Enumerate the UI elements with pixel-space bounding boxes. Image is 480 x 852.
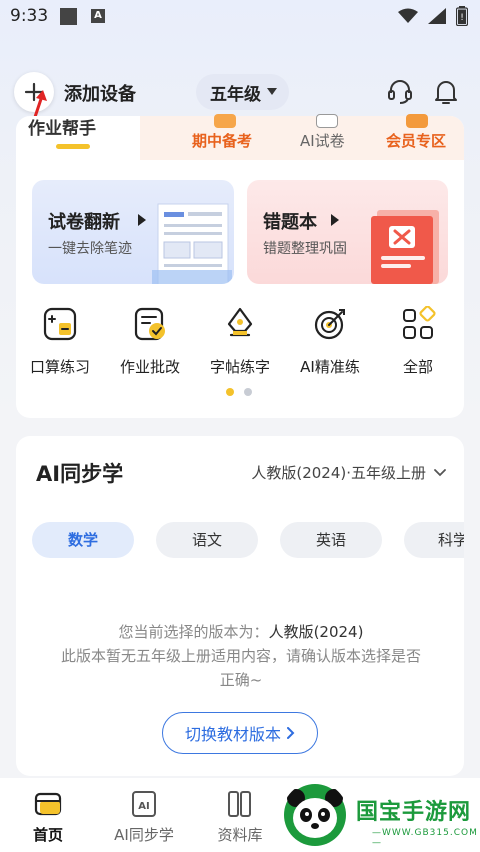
- battery-icon: !: [456, 6, 468, 26]
- svg-text:!: !: [460, 13, 464, 23]
- paper-refresh-card[interactable]: 试卷翻新 一键去除笔迹: [32, 180, 234, 284]
- tab-ai-paper[interactable]: AI试卷: [300, 130, 345, 151]
- carousel-dots: [226, 388, 252, 396]
- func-all[interactable]: 全部: [374, 305, 462, 377]
- notification-square-icon: [60, 8, 77, 25]
- watermark-title: 国宝手游网: [356, 800, 472, 825]
- target-icon: [314, 309, 345, 340]
- func-label: 作业批改: [119, 358, 180, 376]
- chevron-down-icon: [434, 468, 446, 476]
- func-ai-practice[interactable]: AI精准练: [286, 306, 374, 377]
- dot-active: [226, 388, 234, 396]
- svg-text:AI: AI: [138, 801, 149, 812]
- tab-strip-background: 期中备考 AI试卷 会员专区: [140, 114, 464, 160]
- subject-tabs: 数学 语文 英语 科学: [32, 522, 464, 558]
- wrong-book-illustration: [371, 210, 439, 284]
- notice-version: 人教版(2024): [268, 623, 364, 641]
- watermark-url: —WWW.GB315.COM—: [372, 828, 478, 848]
- paper-refresh-subtitle: 一键去除笔迹: [48, 241, 132, 257]
- calculator-icon: [43, 307, 77, 341]
- notification-a-icon: A: [91, 9, 105, 23]
- play-triangle-icon: [138, 214, 146, 226]
- func-label: 口算练习: [29, 358, 90, 376]
- play-triangle-icon: [331, 214, 339, 226]
- correct-icon: [134, 307, 165, 341]
- pen-nib-icon: [227, 307, 253, 337]
- chevron-right-icon: [287, 727, 295, 739]
- func-mental-math[interactable]: 口算练习: [16, 306, 104, 377]
- switch-textbook-button[interactable]: 切换教材版本: [162, 712, 318, 754]
- function-row: 口算练习 作业批改 字帖练字 AI精准练 全部: [16, 305, 464, 378]
- nav-library[interactable]: 资料库: [200, 790, 280, 845]
- home-icon: [34, 792, 62, 816]
- nav-label: 首页: [32, 826, 63, 844]
- wrong-questions-title: 错题本: [263, 212, 317, 233]
- nav-ai-sync[interactable]: AI AI同步学: [104, 790, 184, 845]
- paper-icon: [316, 114, 338, 128]
- headset-icon[interactable]: [386, 78, 414, 106]
- textbook-version-selector[interactable]: 人教版(2024)·五年级上册: [251, 462, 446, 483]
- grade-label: 五年级: [210, 84, 261, 105]
- caret-down-icon: [267, 88, 277, 95]
- tab-homework-helper[interactable]: 作业帮手: [28, 114, 96, 139]
- test-paper-illustration: [152, 203, 232, 284]
- tab-active-underline: [56, 144, 90, 149]
- status-bar: 9:33 A !: [0, 0, 480, 34]
- top-bar: 添加设备 五年级: [0, 68, 480, 122]
- site-watermark: 国宝手游网 —WWW.GB315.COM—: [276, 778, 480, 852]
- nav-label: AI同步学: [114, 826, 174, 844]
- helper-tabs: 作业帮手 期中备考 AI试卷 会员专区: [16, 114, 464, 164]
- grade-selector[interactable]: 五年级: [196, 74, 289, 110]
- func-calligraphy[interactable]: 字帖练字: [196, 306, 284, 377]
- bell-icon[interactable]: [434, 78, 458, 106]
- library-icon: [228, 791, 251, 817]
- grid-icon: [403, 305, 436, 339]
- dot-inactive: [244, 388, 252, 396]
- notice-text: 此版本暂无五年级上册适用内容，请确认版本选择是否正确~: [60, 647, 421, 689]
- ai-book-icon: AI: [132, 791, 156, 817]
- subject-tab-english[interactable]: 英语: [280, 522, 382, 558]
- wrong-questions-card[interactable]: 错题本 错题整理巩固: [247, 180, 448, 284]
- func-label: 字帖练字: [209, 358, 270, 376]
- nav-home[interactable]: 首页: [8, 790, 88, 845]
- homework-helper-card: 作业帮手 期中备考 AI试卷 会员专区 试卷翻新 一键去除笔迹 错题本 错题整理…: [16, 114, 464, 418]
- subject-tab-chinese[interactable]: 语文: [156, 522, 258, 558]
- add-device-label[interactable]: 添加设备: [64, 80, 136, 106]
- tab-vip[interactable]: 会员专区: [386, 130, 446, 151]
- ai-sync-title: AI同步学: [36, 462, 124, 486]
- status-time: 9:33: [10, 6, 49, 26]
- func-label: 全部: [402, 358, 433, 376]
- gift-box-icon: [214, 114, 236, 128]
- version-notice: 您当前选择的版本为：人教版(2024) 此版本暂无五年级上册适用内容，请确认版本…: [56, 620, 426, 692]
- wifi-icon: [398, 8, 418, 23]
- paper-refresh-title: 试卷翻新: [48, 212, 120, 233]
- func-homework-check[interactable]: 作业批改: [106, 306, 194, 377]
- nav-label: 资料库: [217, 826, 263, 844]
- subject-tab-math[interactable]: 数学: [32, 522, 134, 558]
- vip-crown-icon: [406, 114, 428, 128]
- ai-sync-card: AI同步学 人教版(2024)·五年级上册 数学 语文 英语 科学 您当前选择的…: [16, 436, 464, 776]
- version-label: 人教版(2024)·五年级上册: [251, 464, 426, 482]
- signal-icon: [428, 8, 446, 24]
- notice-prefix: 您当前选择的版本为：: [118, 623, 269, 641]
- subject-tab-science[interactable]: 科学: [404, 522, 464, 558]
- panda-logo: [284, 784, 346, 846]
- wrong-questions-subtitle: 错题整理巩固: [263, 241, 347, 257]
- func-label: AI精准练: [300, 358, 360, 376]
- switch-label: 切换教材版本: [184, 725, 281, 744]
- tab-midterm[interactable]: 期中备考: [192, 130, 252, 151]
